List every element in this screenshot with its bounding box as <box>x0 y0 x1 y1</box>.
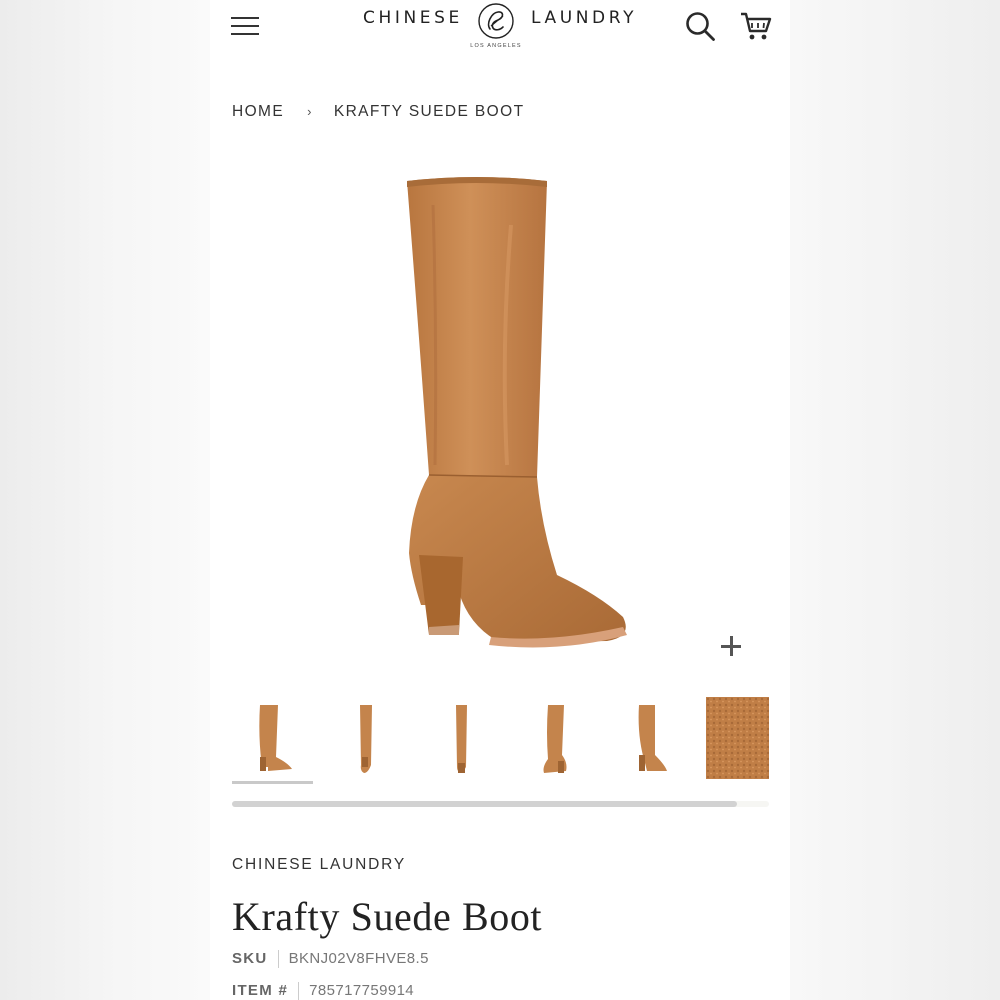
zoom-plus-icon[interactable] <box>719 634 743 658</box>
product-brand[interactable]: CHINESE LAUNDRY <box>232 856 406 874</box>
sku-divider <box>277 950 279 969</box>
thumbnail-6[interactable] <box>706 697 769 779</box>
thumbnail-2[interactable] <box>326 697 408 779</box>
item-number-label: ITEM # <box>232 982 289 999</box>
product-main-image[interactable] <box>371 165 661 665</box>
active-thumbnail-indicator <box>232 781 313 784</box>
sku-label: SKU <box>232 950 268 967</box>
breadcrumb-home-link[interactable]: HOME <box>232 103 284 120</box>
logo-subtitle: LOS ANGELES <box>470 43 522 49</box>
scrollbar-thumb[interactable] <box>232 801 737 807</box>
logo-text-left: CHINESE <box>363 8 463 28</box>
mobile-page: CHINESE LAUNDRY LOS ANGELES HOME › KRAFTY … <box>211 0 790 1000</box>
boot-front-thumb-icon <box>360 705 372 773</box>
boot-pair-thumb-icon <box>638 705 667 771</box>
boot-back-thumb-icon <box>456 705 467 773</box>
suede-texture-thumb-icon <box>706 697 769 779</box>
product-title: Krafty Suede Boot <box>232 894 543 939</box>
cart-icon[interactable] <box>739 10 773 42</box>
thumbnail-1[interactable] <box>232 697 314 779</box>
logo-monogram-icon <box>478 3 514 39</box>
thumbnail-scrollbar[interactable] <box>232 801 769 807</box>
boot-angle-thumb-icon <box>543 705 567 773</box>
sku-value: BKNJ02V8FHVE8.5 <box>288 950 429 967</box>
sku-row: SKU BKNJ02V8FHVE8.5 <box>232 950 429 969</box>
logo-text-right: LAUNDRY <box>531 8 638 28</box>
breadcrumb-current: KRAFTY SUEDE BOOT <box>333 103 525 120</box>
item-number-divider <box>298 982 300 1000</box>
thumbnail-3[interactable] <box>421 697 503 779</box>
thumbnail-4[interactable] <box>516 697 598 779</box>
breadcrumb: HOME › KRAFTY SUEDE BOOT <box>232 103 524 121</box>
boot-side-thumb-icon <box>259 705 292 771</box>
item-number-value: 785717759914 <box>309 982 415 999</box>
item-number-row: ITEM # 785717759914 <box>232 982 414 1000</box>
breadcrumb-separator: › <box>307 104 313 119</box>
search-icon[interactable] <box>684 10 716 42</box>
thumbnail-5[interactable] <box>611 697 693 779</box>
hamburger-menu-icon[interactable] <box>231 14 261 38</box>
